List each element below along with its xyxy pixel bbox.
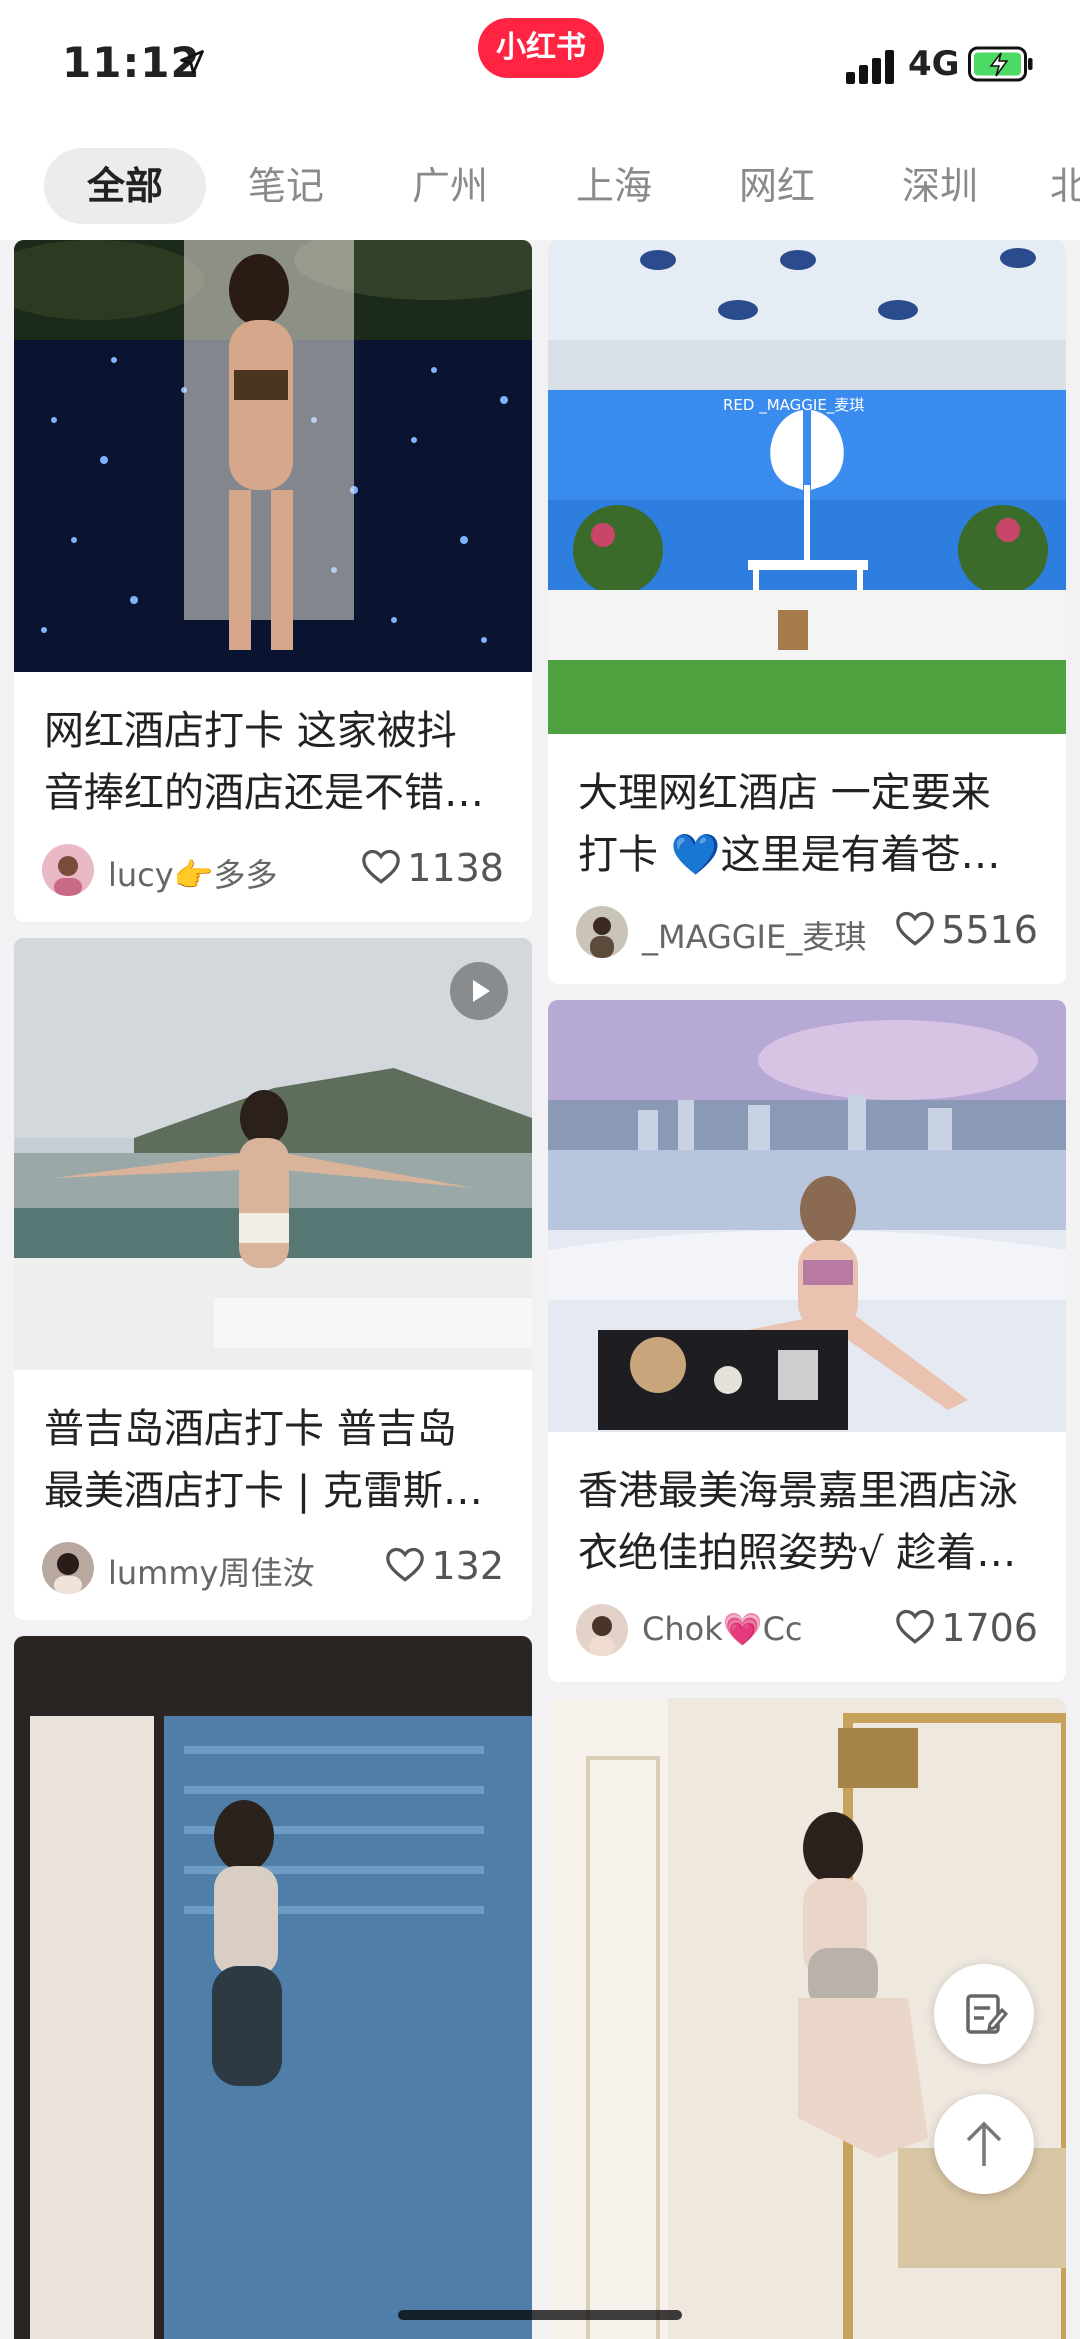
notes-feed: 网红酒店打卡 这家被抖 音捧红的酒店还是不错… lucy👉多多 1138 RED… xyxy=(0,240,1080,2339)
play-icon xyxy=(473,980,490,1002)
note-meta: lummy周佳汝 132 xyxy=(42,1542,504,1598)
heart-outline-icon xyxy=(896,1609,935,1644)
author-name[interactable]: _MAGGIE_麦琪 xyxy=(642,912,866,958)
author-name[interactable]: lummy周佳汝 xyxy=(108,1548,314,1594)
avatar[interactable] xyxy=(42,844,94,896)
note-card[interactable]: 普吉岛酒店打卡 普吉岛 最美酒店打卡 | 克雷斯… lummy周佳汝 132 xyxy=(14,938,532,1620)
author-name[interactable]: lucy👉多多 xyxy=(108,850,278,896)
note-title: 普吉岛酒店打卡 普吉岛 最美酒店打卡 | 克雷斯… xyxy=(44,1406,483,1514)
note-title: 网红酒店打卡 这家被抖 音捧红的酒店还是不错… xyxy=(44,708,484,816)
note-cover-image: RED _MAGGIE_麦琪 xyxy=(548,240,1066,734)
like-button[interactable]: 1706 xyxy=(895,1606,1038,1650)
note-card[interactable]: 网红酒店打卡 这家被抖 音捧红的酒店还是不错… lucy👉多多 1138 xyxy=(14,240,532,922)
location-arrow-icon xyxy=(180,50,204,74)
category-tabs: 全部 笔记 广州 上海 网红 深圳 北 xyxy=(0,130,1080,240)
heart-outline-icon xyxy=(386,1547,425,1582)
like-button[interactable]: 5516 xyxy=(895,908,1038,952)
like-count: 1138 xyxy=(407,846,504,890)
compose-icon xyxy=(966,1994,1009,2034)
compose-button[interactable] xyxy=(934,1964,1034,2064)
tab-beijing[interactable]: 北 xyxy=(1050,148,1080,224)
note-cover-image xyxy=(14,1636,532,2339)
tab-notes[interactable]: 笔记 xyxy=(226,148,346,224)
video-play-button[interactable] xyxy=(450,962,508,1020)
heart-outline-icon xyxy=(362,849,401,884)
tab-shenzhen[interactable]: 深圳 xyxy=(880,148,1000,224)
signal-icon xyxy=(846,50,896,84)
tab-all[interactable]: 全部 xyxy=(44,148,206,224)
like-count: 1706 xyxy=(941,1606,1038,1650)
note-card[interactable] xyxy=(14,1636,532,2339)
battery-charging-icon xyxy=(968,46,1033,82)
note-cover-image xyxy=(14,240,532,672)
note-meta: Chok💗Cc 1706 xyxy=(576,1604,1038,1660)
like-button[interactable]: 132 xyxy=(385,1544,504,1588)
heart-outline-icon xyxy=(896,911,935,946)
network-type: 4G xyxy=(908,44,960,84)
avatar[interactable] xyxy=(576,1604,628,1656)
note-meta: lucy👉多多 1138 xyxy=(42,844,504,900)
note-meta: _MAGGIE_麦琪 5516 xyxy=(576,906,1038,962)
app-logo: 小红书 xyxy=(478,18,604,78)
note-card[interactable]: 香港最美海景嘉里酒店泳 衣绝佳拍照姿势√ 趁着… Chok💗Cc 1706 xyxy=(548,1000,1066,1682)
back-to-top-button[interactable] xyxy=(934,2094,1034,2194)
like-count: 132 xyxy=(431,1544,504,1588)
avatar[interactable] xyxy=(42,1542,94,1594)
image-watermark: RED _MAGGIE_麦琪 xyxy=(723,396,864,415)
like-count: 5516 xyxy=(941,908,1038,952)
tab-guangzhou[interactable]: 广州 xyxy=(390,148,510,224)
arrow-up-icon xyxy=(966,2121,1002,2166)
author-name[interactable]: Chok💗Cc xyxy=(642,1610,803,1648)
tab-wanghong[interactable]: 网红 xyxy=(717,148,837,224)
note-title: 大理网红酒店 一定要来 打卡 💙这里是有着苍… xyxy=(578,770,1001,878)
note-title: 香港最美海景嘉里酒店泳 衣绝佳拍照姿势√ 趁着… xyxy=(578,1468,1018,1576)
like-button[interactable]: 1138 xyxy=(361,846,504,890)
note-card[interactable]: RED _MAGGIE_麦琪 大理网红酒店 一定要来 打卡 💙这里是有着苍… _… xyxy=(548,240,1066,984)
home-indicator xyxy=(398,2310,682,2320)
avatar[interactable] xyxy=(576,906,628,958)
status-bar: 11:12 小红书 4G xyxy=(0,0,1080,130)
note-cover-image xyxy=(548,1000,1066,1432)
tab-shanghai[interactable]: 上海 xyxy=(554,148,674,224)
